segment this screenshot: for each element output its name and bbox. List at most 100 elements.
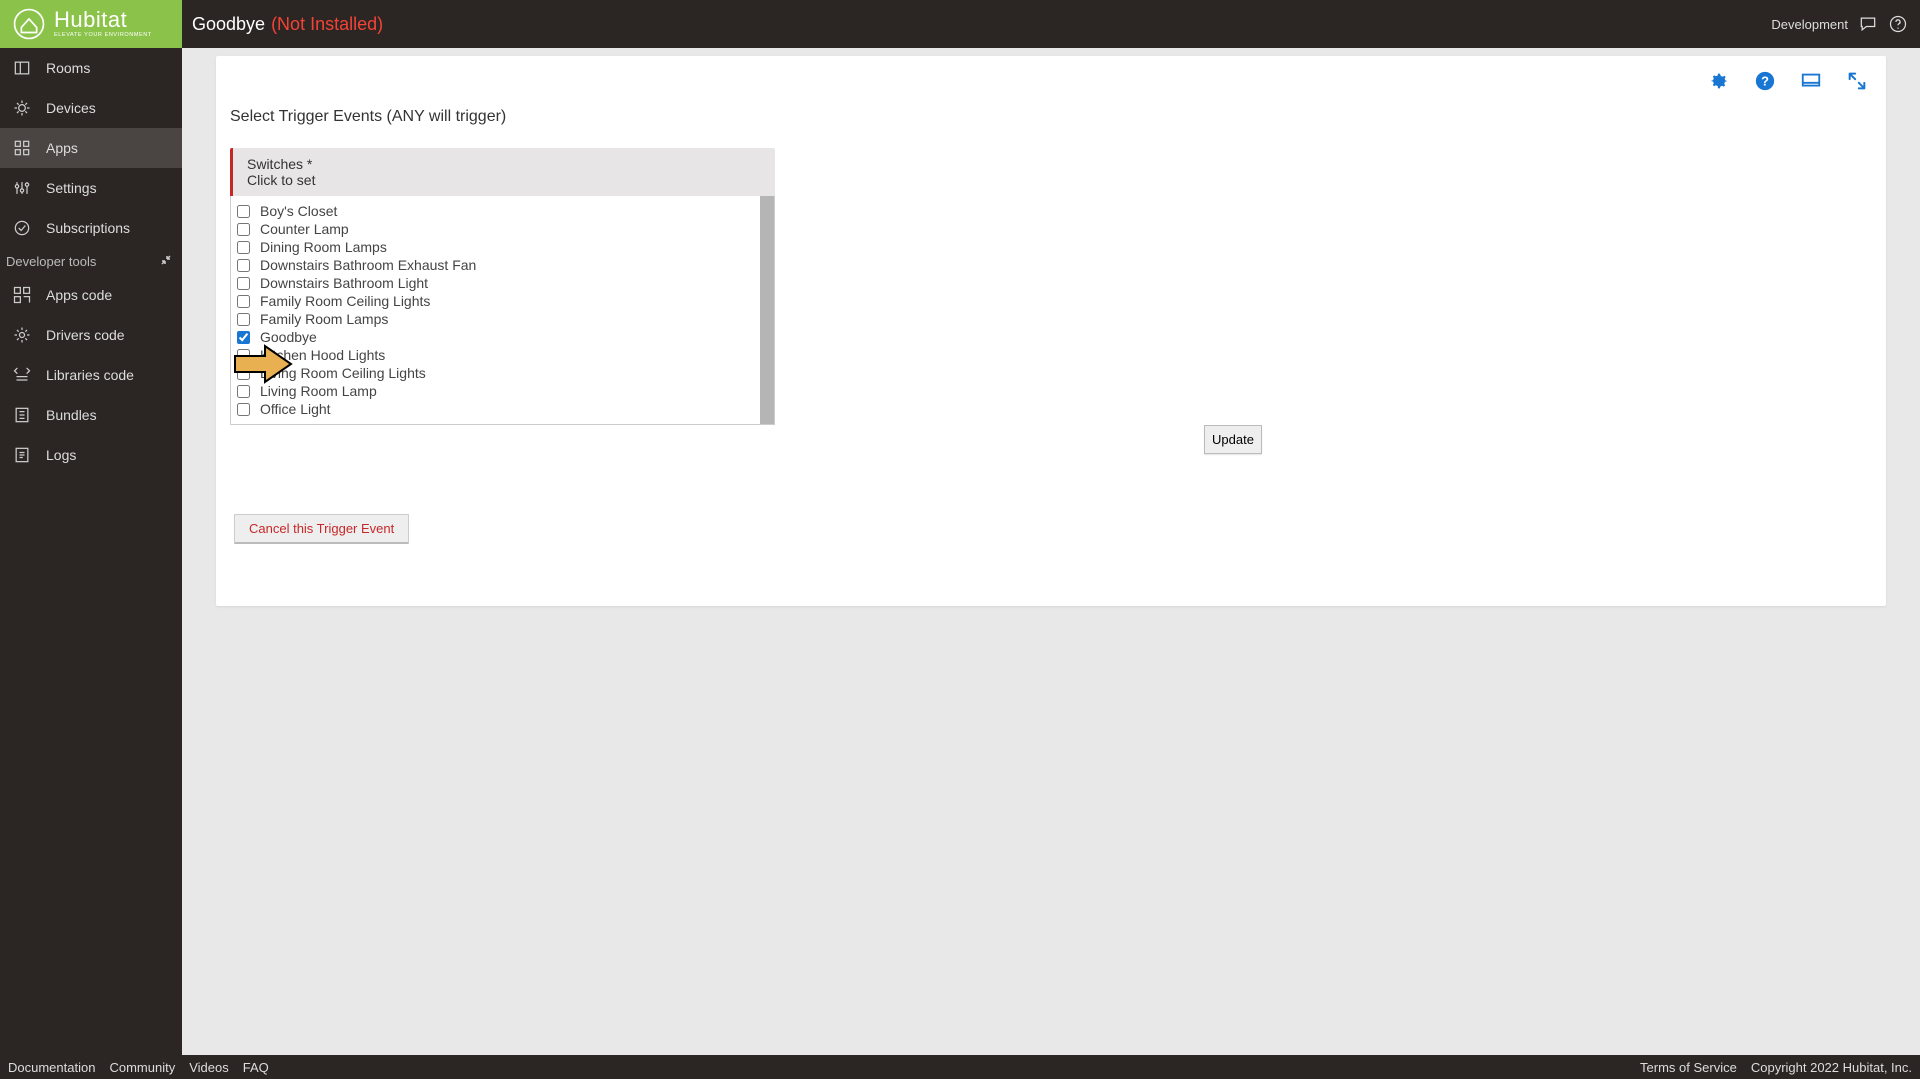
- sidebar-item-apps-code[interactable]: Apps code: [0, 275, 182, 315]
- sidebar-item-label: Drivers code: [46, 327, 125, 343]
- scrollbar[interactable]: [760, 196, 774, 424]
- sidebar-item-label: Logs: [46, 447, 76, 463]
- monitor-icon[interactable]: [1800, 70, 1822, 92]
- section-title: Select Trigger Events (ANY will trigger): [216, 92, 1886, 148]
- sidebar-item-libraries-code[interactable]: Libraries code: [0, 355, 182, 395]
- switch-checkbox[interactable]: [237, 349, 250, 362]
- sidebar-item-logs[interactable]: Logs: [0, 435, 182, 475]
- footer-link-faq[interactable]: FAQ: [243, 1060, 269, 1075]
- switch-label: Boy's Closet: [260, 203, 337, 219]
- logo-text: Hubitat ELEVATE YOUR ENVIRONMENT: [54, 9, 152, 39]
- switch-item[interactable]: Kitchen Hood Lights: [237, 346, 754, 364]
- switch-item[interactable]: Living Room Ceiling Lights: [237, 364, 754, 382]
- chat-icon[interactable]: [1858, 14, 1878, 34]
- switch-checkbox[interactable]: [237, 259, 250, 272]
- switch-checkbox[interactable]: [237, 277, 250, 290]
- topbar-right: Development: [1771, 14, 1920, 34]
- switches-selector: Switches * Click to set Boy's Closet Coun…: [230, 148, 775, 454]
- sidebar-item-apps[interactable]: Apps: [0, 128, 182, 168]
- apps-icon: [12, 138, 32, 158]
- switch-checkbox[interactable]: [237, 331, 250, 344]
- help-icon[interactable]: ?: [1754, 70, 1776, 92]
- switch-label: Family Room Lamps: [260, 311, 388, 327]
- developer-tools-label: Developer tools: [6, 254, 96, 269]
- sidebar-item-rooms[interactable]: Rooms: [0, 48, 182, 88]
- switch-checkbox[interactable]: [237, 205, 250, 218]
- switches-header-sub: Click to set: [247, 172, 761, 188]
- topbar: Hubitat ELEVATE YOUR ENVIRONMENT Goodbye…: [0, 0, 1920, 48]
- page-status: (Not Installed): [271, 14, 383, 35]
- hubitat-logo-icon: [12, 7, 46, 41]
- switch-checkbox[interactable]: [237, 403, 250, 416]
- switch-label: Dining Room Lamps: [260, 239, 387, 255]
- sidebar: Rooms Devices Apps Settings Subscription…: [0, 48, 182, 1079]
- footer-link-videos[interactable]: Videos: [189, 1060, 229, 1075]
- switch-checkbox[interactable]: [237, 313, 250, 326]
- switch-item[interactable]: Living Room Lamp: [237, 382, 754, 400]
- switch-item[interactable]: Counter Lamp: [237, 220, 754, 238]
- rooms-icon: [12, 58, 32, 78]
- brand-name: Hubitat: [54, 9, 152, 31]
- sidebar-item-label: Rooms: [46, 60, 90, 76]
- switch-item[interactable]: Downstairs Bathroom Light: [237, 274, 754, 292]
- collapse-icon[interactable]: [160, 254, 172, 269]
- switch-item[interactable]: Family Room Ceiling Lights: [237, 292, 754, 310]
- switch-checkbox[interactable]: [237, 367, 250, 380]
- switch-checkbox[interactable]: [237, 241, 250, 254]
- devices-icon: [12, 98, 32, 118]
- card: ? Select Trigger Events (ANY will trigge…: [216, 56, 1886, 606]
- page-title: Goodbye: [192, 14, 265, 35]
- switch-item[interactable]: Family Room Lamps: [237, 310, 754, 328]
- sidebar-item-subscriptions[interactable]: Subscriptions: [0, 208, 182, 248]
- switch-item[interactable]: Goodbye: [237, 328, 754, 346]
- sidebar-item-devices[interactable]: Devices: [0, 88, 182, 128]
- switches-header-title: Switches *: [247, 156, 761, 172]
- switch-label: Downstairs Bathroom Light: [260, 275, 428, 291]
- switch-item[interactable]: Dining Room Lamps: [237, 238, 754, 256]
- sidebar-item-settings[interactable]: Settings: [0, 168, 182, 208]
- apps-code-icon: [12, 285, 32, 305]
- footer-link-community[interactable]: Community: [109, 1060, 175, 1075]
- switches-list-wrap: Boy's Closet Counter Lamp Dining Room Lamp…: [230, 196, 775, 425]
- switches-header[interactable]: Switches * Click to set: [230, 148, 775, 196]
- expand-icon[interactable]: [1846, 70, 1868, 92]
- sidebar-item-label: Apps code: [46, 287, 112, 303]
- footer-link-documentation[interactable]: Documentation: [8, 1060, 95, 1075]
- sidebar-item-label: Devices: [46, 100, 96, 116]
- switch-item[interactable]: Downstairs Bathroom Exhaust Fan: [237, 256, 754, 274]
- switch-label: Living Room Ceiling Lights: [260, 365, 426, 381]
- logo[interactable]: Hubitat ELEVATE YOUR ENVIRONMENT: [0, 0, 182, 48]
- mode-label: Development: [1771, 17, 1848, 32]
- subscriptions-icon: [12, 218, 32, 238]
- sidebar-item-label: Subscriptions: [46, 220, 130, 236]
- switch-label: Living Room Lamp: [260, 383, 377, 399]
- help-circle-icon[interactable]: [1888, 14, 1908, 34]
- card-actions: ?: [216, 56, 1886, 92]
- sidebar-item-drivers-code[interactable]: Drivers code: [0, 315, 182, 355]
- switch-item[interactable]: Office Light: [237, 400, 754, 418]
- sidebar-item-label: Libraries code: [46, 367, 134, 383]
- footer: Documentation Community Videos FAQ Terms…: [0, 1055, 1920, 1079]
- cancel-trigger-button[interactable]: Cancel this Trigger Event: [234, 514, 409, 544]
- switch-label: Family Room Ceiling Lights: [260, 293, 430, 309]
- gear-icon[interactable]: [1708, 70, 1730, 92]
- switch-label: Kitchen Hood Lights: [260, 347, 385, 363]
- drivers-code-icon: [12, 325, 32, 345]
- switch-item[interactable]: Boy's Closet: [237, 202, 754, 220]
- footer-right: Terms of Service Copyright 2022 Hubitat,…: [1640, 1060, 1912, 1075]
- logs-icon: [12, 445, 32, 465]
- update-button[interactable]: Update: [1204, 425, 1262, 454]
- switch-label: Office Light: [260, 401, 331, 417]
- developer-tools-header[interactable]: Developer tools: [0, 248, 182, 275]
- switch-checkbox[interactable]: [237, 223, 250, 236]
- footer-link-terms[interactable]: Terms of Service: [1640, 1060, 1737, 1075]
- switch-checkbox[interactable]: [237, 385, 250, 398]
- switch-label: Counter Lamp: [260, 221, 349, 237]
- content: ? Select Trigger Events (ANY will trigge…: [182, 48, 1920, 1055]
- switch-checkbox[interactable]: [237, 295, 250, 308]
- sidebar-item-bundles[interactable]: Bundles: [0, 395, 182, 435]
- bundles-icon: [12, 405, 32, 425]
- switches-list: Boy's Closet Counter Lamp Dining Room Lamp…: [231, 196, 760, 424]
- page-title-wrap: Goodbye (Not Installed): [192, 14, 383, 35]
- switch-label: Goodbye: [260, 329, 317, 345]
